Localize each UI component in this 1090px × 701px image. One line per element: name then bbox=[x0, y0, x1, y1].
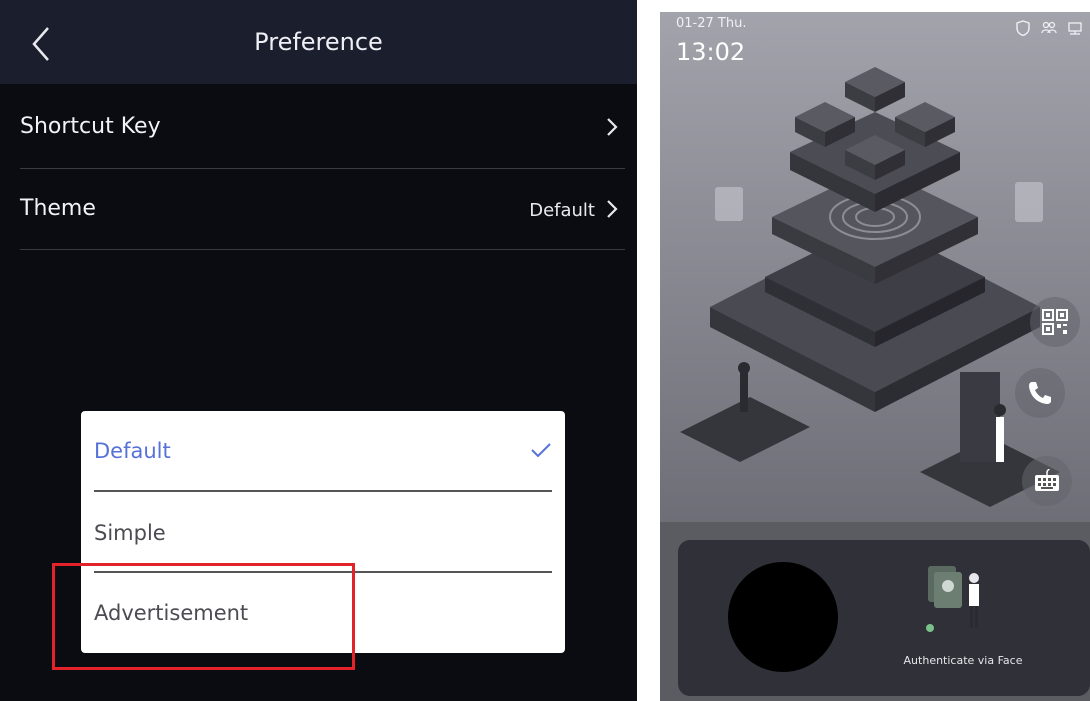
divider bbox=[20, 168, 625, 169]
theme-label: Theme bbox=[20, 196, 96, 221]
network-icon bbox=[1068, 22, 1082, 35]
time-display: 13:02 bbox=[676, 38, 746, 66]
qr-code-icon bbox=[1042, 309, 1068, 335]
option-label: Simple bbox=[94, 521, 166, 545]
chevron-right-icon bbox=[607, 200, 618, 218]
keyboard-button[interactable] bbox=[1022, 456, 1072, 506]
phone-icon bbox=[1029, 382, 1051, 404]
authentication-card: Authenticate via Face bbox=[678, 540, 1090, 696]
keyboard-icon bbox=[1035, 468, 1059, 491]
user-group-icon bbox=[1041, 21, 1057, 34]
shortcut-key-label: Shortcut Key bbox=[20, 114, 161, 139]
divider bbox=[20, 249, 625, 250]
page-title: Preference bbox=[254, 28, 383, 56]
chevron-right-icon bbox=[607, 118, 618, 136]
shield-icon bbox=[1016, 20, 1030, 36]
shortcut-key-row[interactable]: Shortcut Key bbox=[20, 88, 625, 168]
option-divider bbox=[94, 490, 552, 492]
theme-option-default[interactable]: Default bbox=[94, 411, 552, 489]
face-capture-circle bbox=[728, 562, 838, 672]
highlight-box bbox=[52, 563, 355, 670]
status-bar-icons bbox=[1014, 20, 1084, 36]
device-home-screen: 01-27 Thu. 13:02 Authenticate via Face bbox=[660, 12, 1090, 701]
call-button[interactable] bbox=[1015, 368, 1065, 418]
isometric-illustration bbox=[660, 12, 1090, 522]
title-bar: Preference bbox=[0, 0, 637, 84]
checkmark-icon bbox=[531, 443, 551, 458]
theme-row[interactable]: Theme Default bbox=[20, 170, 625, 250]
date-display: 01-27 Thu. bbox=[676, 16, 747, 31]
option-label: Default bbox=[94, 439, 171, 463]
authentication-area: Authenticate via Face bbox=[660, 522, 1090, 701]
authenticate-via-face-label: Authenticate via Face bbox=[903, 654, 1023, 667]
theme-option-simple[interactable]: Simple bbox=[94, 493, 552, 571]
theme-value: Default bbox=[529, 200, 595, 221]
qr-code-button[interactable] bbox=[1030, 297, 1080, 347]
face-auth-icon bbox=[926, 566, 979, 632]
preference-screen: Preference Shortcut Key Theme Default De… bbox=[0, 0, 637, 701]
